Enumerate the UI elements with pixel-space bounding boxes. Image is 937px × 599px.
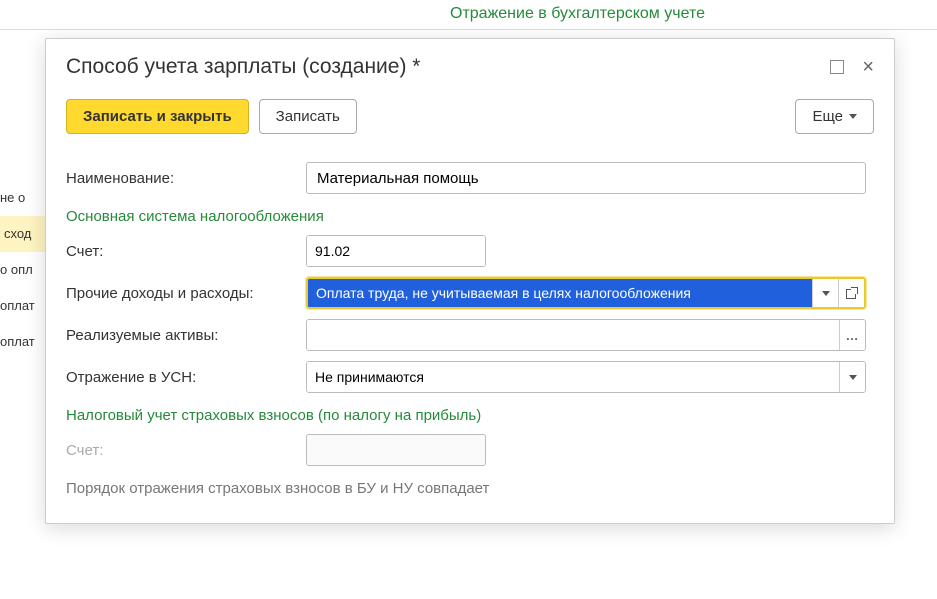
dialog-window-controls: × xyxy=(830,60,874,74)
sidebar-fragment: оплат xyxy=(0,324,45,360)
other-income-dropdown-button[interactable] xyxy=(812,279,838,307)
chevron-down-icon xyxy=(849,375,857,380)
background-sidebar: не о сход о опл оплат оплат xyxy=(0,180,45,360)
row-name: Наименование: xyxy=(66,162,874,194)
open-external-icon xyxy=(846,288,857,299)
row-account: Счет: xyxy=(66,235,874,267)
other-income-open-button[interactable] xyxy=(838,279,864,307)
chevron-down-icon xyxy=(822,291,830,296)
assets-ellipsis-button[interactable]: … xyxy=(839,320,865,350)
dialog-window: Способ учета зарплаты (создание) * × Зап… xyxy=(45,38,895,524)
assets-label: Реализуемые активы: xyxy=(66,327,306,344)
note-text: Порядок отражения страховых взносов в БУ… xyxy=(66,480,874,497)
row-ins-account: Счет: xyxy=(66,434,874,466)
sidebar-fragment: сход xyxy=(0,216,45,252)
toolbar: Записать и закрыть Записать Еще xyxy=(46,91,894,146)
maximize-icon[interactable] xyxy=(830,60,844,74)
dialog-header: Способ учета зарплаты (создание) * × xyxy=(46,39,894,91)
usn-combo xyxy=(306,361,866,393)
name-input[interactable] xyxy=(306,162,866,194)
ins-account-input xyxy=(307,435,486,465)
ins-account-label: Счет: xyxy=(66,442,306,459)
row-usn: Отражение в УСН: xyxy=(66,361,874,393)
account-combo xyxy=(306,235,486,267)
sidebar-fragment: о опл xyxy=(0,252,45,288)
usn-dropdown-button[interactable] xyxy=(839,362,865,392)
background-header: Отражение в бухгалтерском учете xyxy=(0,0,937,30)
more-button[interactable]: Еще xyxy=(795,99,874,134)
close-icon[interactable]: × xyxy=(862,60,874,74)
ellipsis-icon: … xyxy=(846,328,860,343)
background-header-link[interactable]: Отражение в бухгалтерском учете xyxy=(450,5,705,23)
row-assets: Реализуемые активы: … xyxy=(66,319,874,351)
save-button[interactable]: Записать xyxy=(259,99,357,134)
row-other-income: Прочие доходы и расходы: xyxy=(66,277,874,309)
assets-combo: … xyxy=(306,319,866,351)
sidebar-fragment: не о xyxy=(0,180,45,216)
other-income-combo xyxy=(306,277,866,309)
account-input[interactable] xyxy=(307,236,486,266)
assets-input[interactable] xyxy=(307,320,839,350)
name-label: Наименование: xyxy=(66,170,306,187)
dialog-title: Способ учета зарплаты (создание) * xyxy=(66,55,830,79)
ins-account-combo xyxy=(306,434,486,466)
other-income-input[interactable] xyxy=(308,279,812,307)
save-and-close-button[interactable]: Записать и закрыть xyxy=(66,99,249,134)
section-insurance: Налоговый учет страховых взносов (по нал… xyxy=(66,407,874,424)
chevron-down-icon xyxy=(849,114,857,119)
sidebar-fragment: оплат xyxy=(0,288,45,324)
more-button-label: Еще xyxy=(812,108,843,125)
usn-label: Отражение в УСН: xyxy=(66,369,306,386)
other-income-label: Прочие доходы и расходы: xyxy=(66,285,306,302)
account-label: Счет: xyxy=(66,243,306,260)
usn-input[interactable] xyxy=(307,362,839,392)
section-main-tax: Основная система налогообложения xyxy=(66,208,874,225)
form-body: Наименование: Основная система налогообл… xyxy=(46,146,894,523)
